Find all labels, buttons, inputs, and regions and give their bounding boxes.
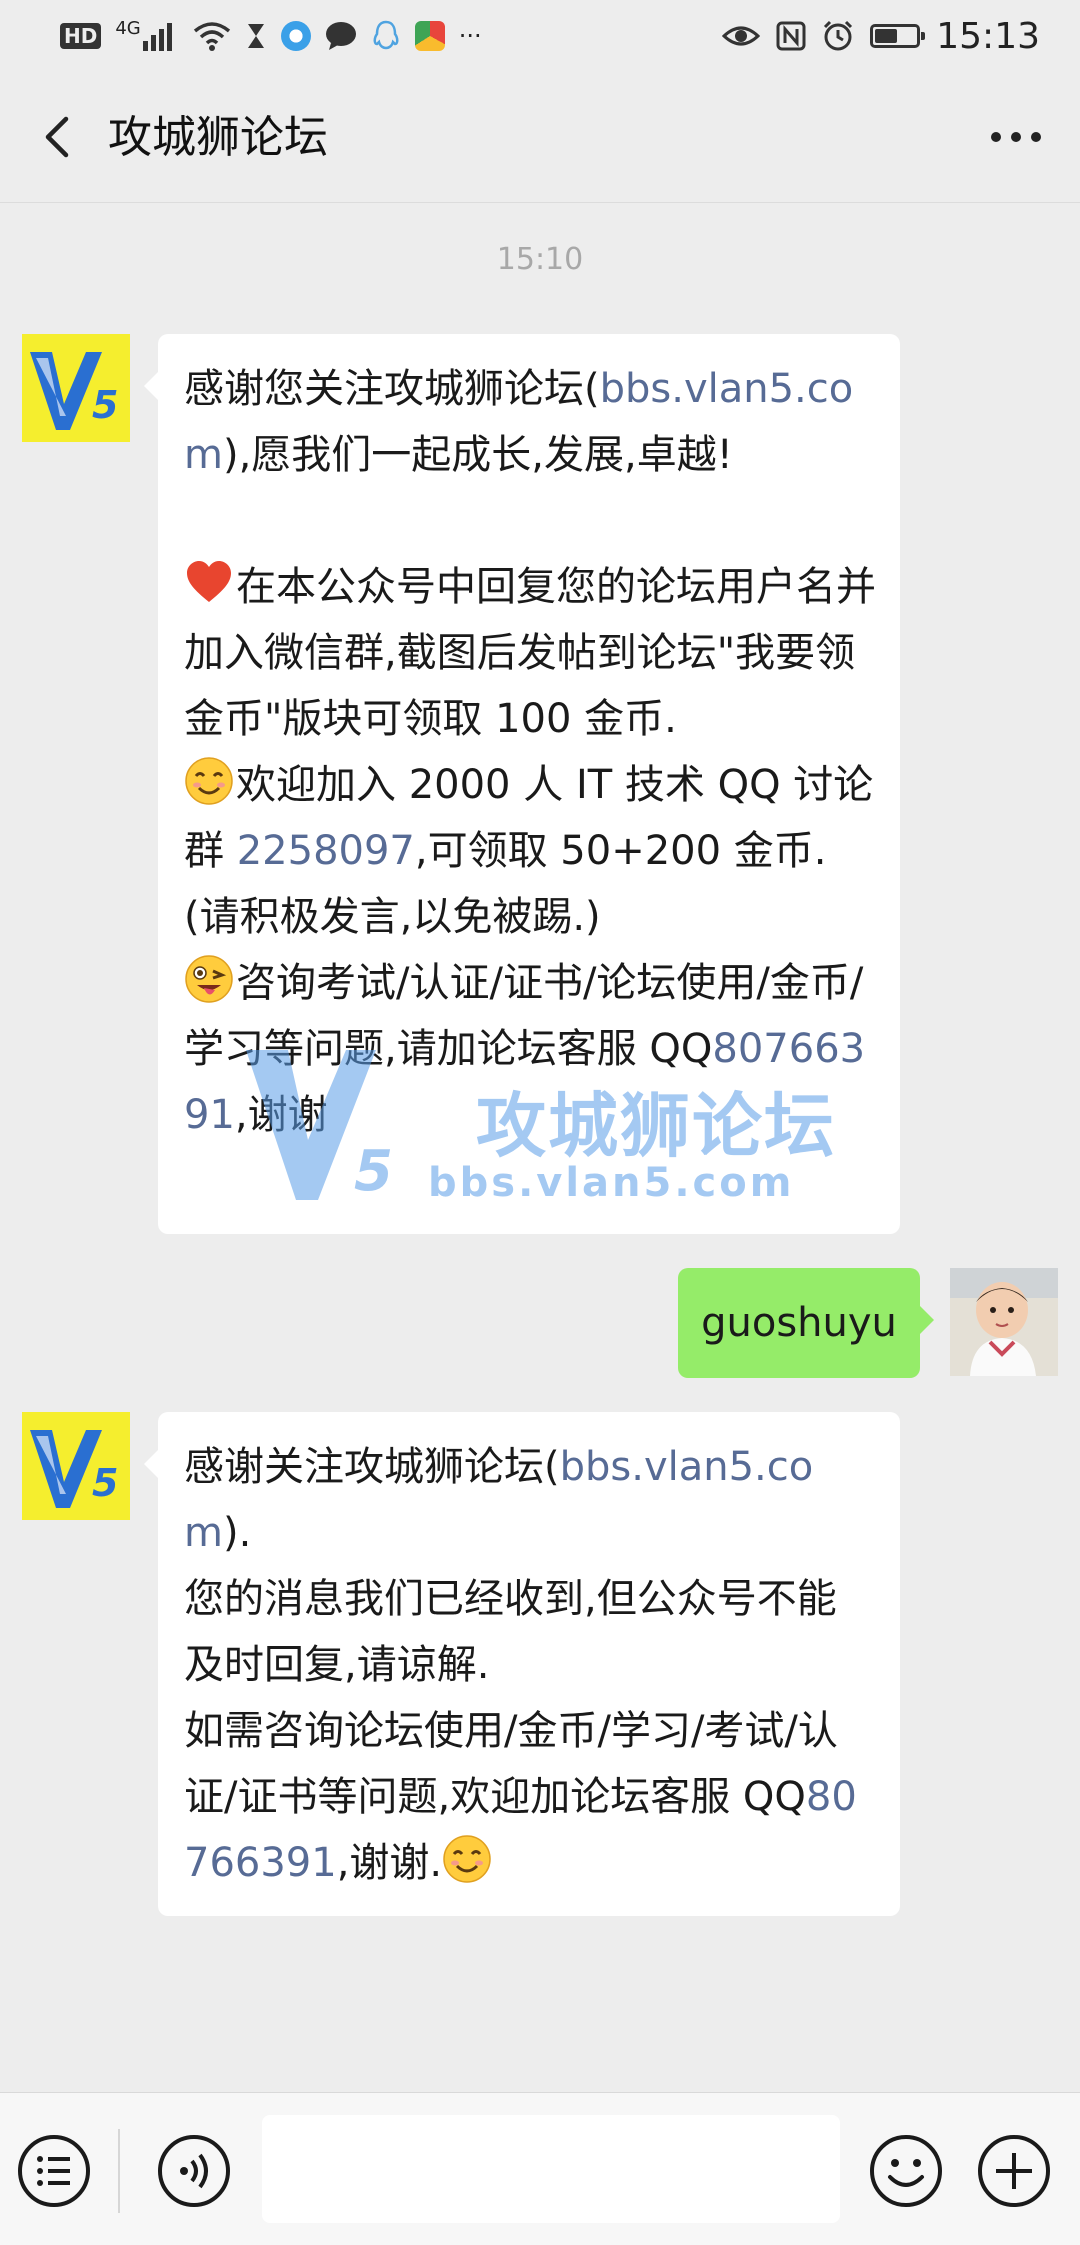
wink-emoji-icon [184, 954, 234, 1004]
hourglass-icon [247, 24, 264, 48]
list-menu-icon [18, 2135, 90, 2207]
message-bubble-bot[interactable]: 感谢您关注攻城狮论坛(bbs.vlan5.com),愿我们一起成长,发展,卓越!… [144, 334, 900, 1234]
user-avatar[interactable] [950, 1268, 1058, 1376]
hd-badge: HD [60, 23, 102, 49]
message-link[interactable]: 2258097 [237, 828, 415, 874]
smile-emoji-icon [442, 1834, 492, 1884]
message-text: 感谢您关注攻城狮论坛( [184, 366, 600, 412]
chevron-left-icon [45, 116, 69, 158]
back-button[interactable] [30, 107, 90, 167]
message-input[interactable] [262, 2115, 840, 2223]
heart-emoji-icon [184, 558, 234, 608]
page-title: 攻城狮论坛 [108, 112, 328, 163]
wifi-icon [193, 22, 230, 51]
network-type: 4G [115, 18, 141, 39]
message-bubble-user[interactable]: guoshuyu [678, 1268, 934, 1378]
battery-icon [870, 24, 926, 48]
v5-logo-icon: 5 [22, 1412, 130, 1520]
browser-notification-icon [414, 21, 445, 51]
chat-notification-icon [325, 22, 356, 50]
plus-icon [978, 2135, 1050, 2207]
svg-text:5: 5 [92, 1461, 118, 1505]
message-text: ,谢谢. [336, 1840, 443, 1886]
more-button[interactable] [976, 107, 1056, 167]
status-right: 15:13 [722, 14, 1040, 58]
message-text: ). 您的消息我们已经收到,但公众号不能及时回复,请谅解. 如需咨询论坛使用/金… [184, 1510, 838, 1820]
eye-comfort-icon [722, 26, 761, 46]
baby-photo-icon [950, 1268, 1058, 1376]
status-bar: HD 4G ··· 15:13 [0, 0, 1080, 72]
input-divider [118, 2129, 120, 2213]
emoji-icon [870, 2135, 942, 2207]
menu-button[interactable] [16, 2133, 92, 2209]
voice-button[interactable] [156, 2133, 232, 2209]
chat-timestamp: 15:10 [496, 242, 584, 277]
input-bar [0, 2092, 1080, 2245]
message-bubble-bot[interactable]: 感谢关注攻城狮论坛(bbs.vlan5.com). 您的消息我们已经收到,但公众… [144, 1412, 900, 1916]
message-text: 感谢关注攻城狮论坛( [184, 1444, 560, 1490]
bot-avatar[interactable]: 5 [22, 1412, 130, 1520]
cell-signal-icon [142, 23, 172, 51]
message-text: ,谢谢 [234, 1092, 328, 1138]
alarm-icon [824, 20, 853, 51]
status-left: HD 4G ··· [60, 18, 482, 54]
app-notification-icon [280, 21, 311, 51]
emoji-button[interactable] [868, 2133, 944, 2209]
status-time: 15:13 [936, 15, 1040, 57]
message-text: 在本公众号中回复您的论坛用户名并加入微信群,截图后发帖到论坛"我要领金币"版块可… [184, 564, 876, 742]
nfc-icon [776, 21, 806, 51]
qq-notification-icon [373, 20, 399, 50]
more-notifications: ··· [458, 22, 482, 50]
v5-logo-icon: 5 [22, 334, 130, 442]
smile-emoji-icon [184, 756, 234, 806]
bot-avatar[interactable]: 5 [22, 334, 130, 442]
voice-icon [158, 2135, 230, 2207]
more-actions-button[interactable] [976, 2133, 1052, 2209]
more-dots-icon [991, 132, 1001, 142]
svg-text:5: 5 [92, 383, 118, 427]
message-text: guoshuyu [701, 1300, 897, 1346]
message-text: ),愿我们一起成长,发展,卓越! [222, 432, 733, 478]
battery-level [875, 29, 898, 43]
chat-header: 攻城狮论坛 [0, 72, 1080, 203]
